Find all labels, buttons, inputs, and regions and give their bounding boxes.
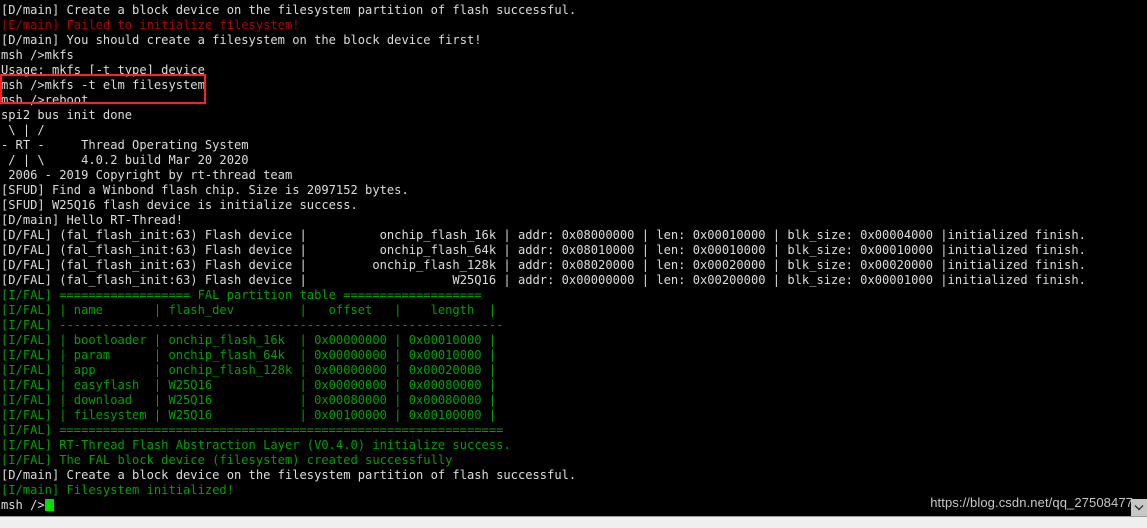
terminal-line: [I/FAL] RT-Thread Flash Abstraction Laye… bbox=[1, 438, 511, 452]
terminal-line: [I/FAL] | filesystem | W25Q16 | 0x001000… bbox=[1, 408, 497, 422]
terminal-line: [I/FAL] | app | onchip_flash_128k | 0x00… bbox=[1, 363, 497, 377]
terminal-line: [I/FAL] | download | W25Q16 | 0x00080000… bbox=[1, 393, 497, 407]
terminal-line: [D/FAL] (fal_flash_init:63) Flash device… bbox=[1, 228, 1086, 242]
watermark-text: https://blog.csdn.net/qq_27508477 bbox=[930, 495, 1133, 510]
terminal-line: [D/FAL] (fal_flash_init:63) Flash device… bbox=[1, 258, 1086, 272]
terminal-line: [D/FAL] (fal_flash_init:63) Flash device… bbox=[1, 243, 1086, 257]
terminal-line: spi2 bus init done bbox=[1, 108, 133, 122]
terminal-line: 2006 - 2019 Copyright by rt-thread team bbox=[1, 168, 293, 182]
terminal-window[interactable]: [D/main] Create a block device on the fi… bbox=[0, 0, 1147, 516]
terminal-line: msh />reboot bbox=[1, 93, 89, 107]
terminal-line: [I/FAL] | param | onchip_flash_64k | 0x0… bbox=[1, 348, 497, 362]
terminal-line: / | \ 4.0.2 build Mar 20 2020 bbox=[1, 153, 249, 167]
terminal-line: msh />mkfs -t elm filesystem bbox=[1, 78, 205, 92]
terminal-line: [I/FAL] | easyflash | W25Q16 | 0x0000000… bbox=[1, 378, 497, 392]
terminal-line: [D/main] Hello RT-Thread! bbox=[1, 213, 184, 227]
terminal-line: [I/FAL] ================== FAL partition… bbox=[1, 288, 482, 302]
text-cursor bbox=[44, 499, 54, 511]
terminal-line: [I/FAL] ================================… bbox=[1, 423, 504, 437]
shell-prompt-text: msh /> bbox=[1, 498, 45, 512]
scroll-down-button[interactable] bbox=[1131, 499, 1147, 516]
terminal-line: [I/FAL] --------------------------------… bbox=[1, 318, 504, 332]
terminal-line: [I/FAL] | bootloader | onchip_flash_16k … bbox=[1, 333, 497, 347]
terminal-line: msh />mkfs bbox=[1, 48, 74, 62]
terminal-line: [D/main] Create a block device on the fi… bbox=[1, 3, 577, 17]
terminal-line: [D/main] You should create a filesystem … bbox=[1, 33, 482, 47]
terminal-line: [I/FAL] The FAL block device (filesystem… bbox=[1, 453, 453, 467]
chevron-down-icon bbox=[1134, 504, 1144, 511]
terminal-line: [SFUD] Find a Winbond flash chip. Size i… bbox=[1, 183, 409, 197]
terminal-line: [D/main] Create a block device on the fi… bbox=[1, 468, 577, 482]
terminal-line: \ | / bbox=[1, 123, 45, 137]
terminal-line: [SFUD] W25Q16 flash device is initialize… bbox=[1, 198, 358, 212]
terminal-line: [D/FAL] (fal_flash_init:63) Flash device… bbox=[1, 273, 1086, 287]
terminal-line: [E/main] Failed to initialize filesystem… bbox=[1, 18, 300, 32]
terminal-output: [D/main] Create a block device on the fi… bbox=[0, 3, 1147, 513]
window-bottom-bar bbox=[0, 516, 1147, 528]
terminal-line: Usage: mkfs [-t type] device bbox=[1, 63, 205, 77]
terminal-line: - RT - Thread Operating System bbox=[1, 138, 249, 152]
terminal-line: [I/FAL] | name | flash_dev | offset | le… bbox=[1, 303, 497, 317]
